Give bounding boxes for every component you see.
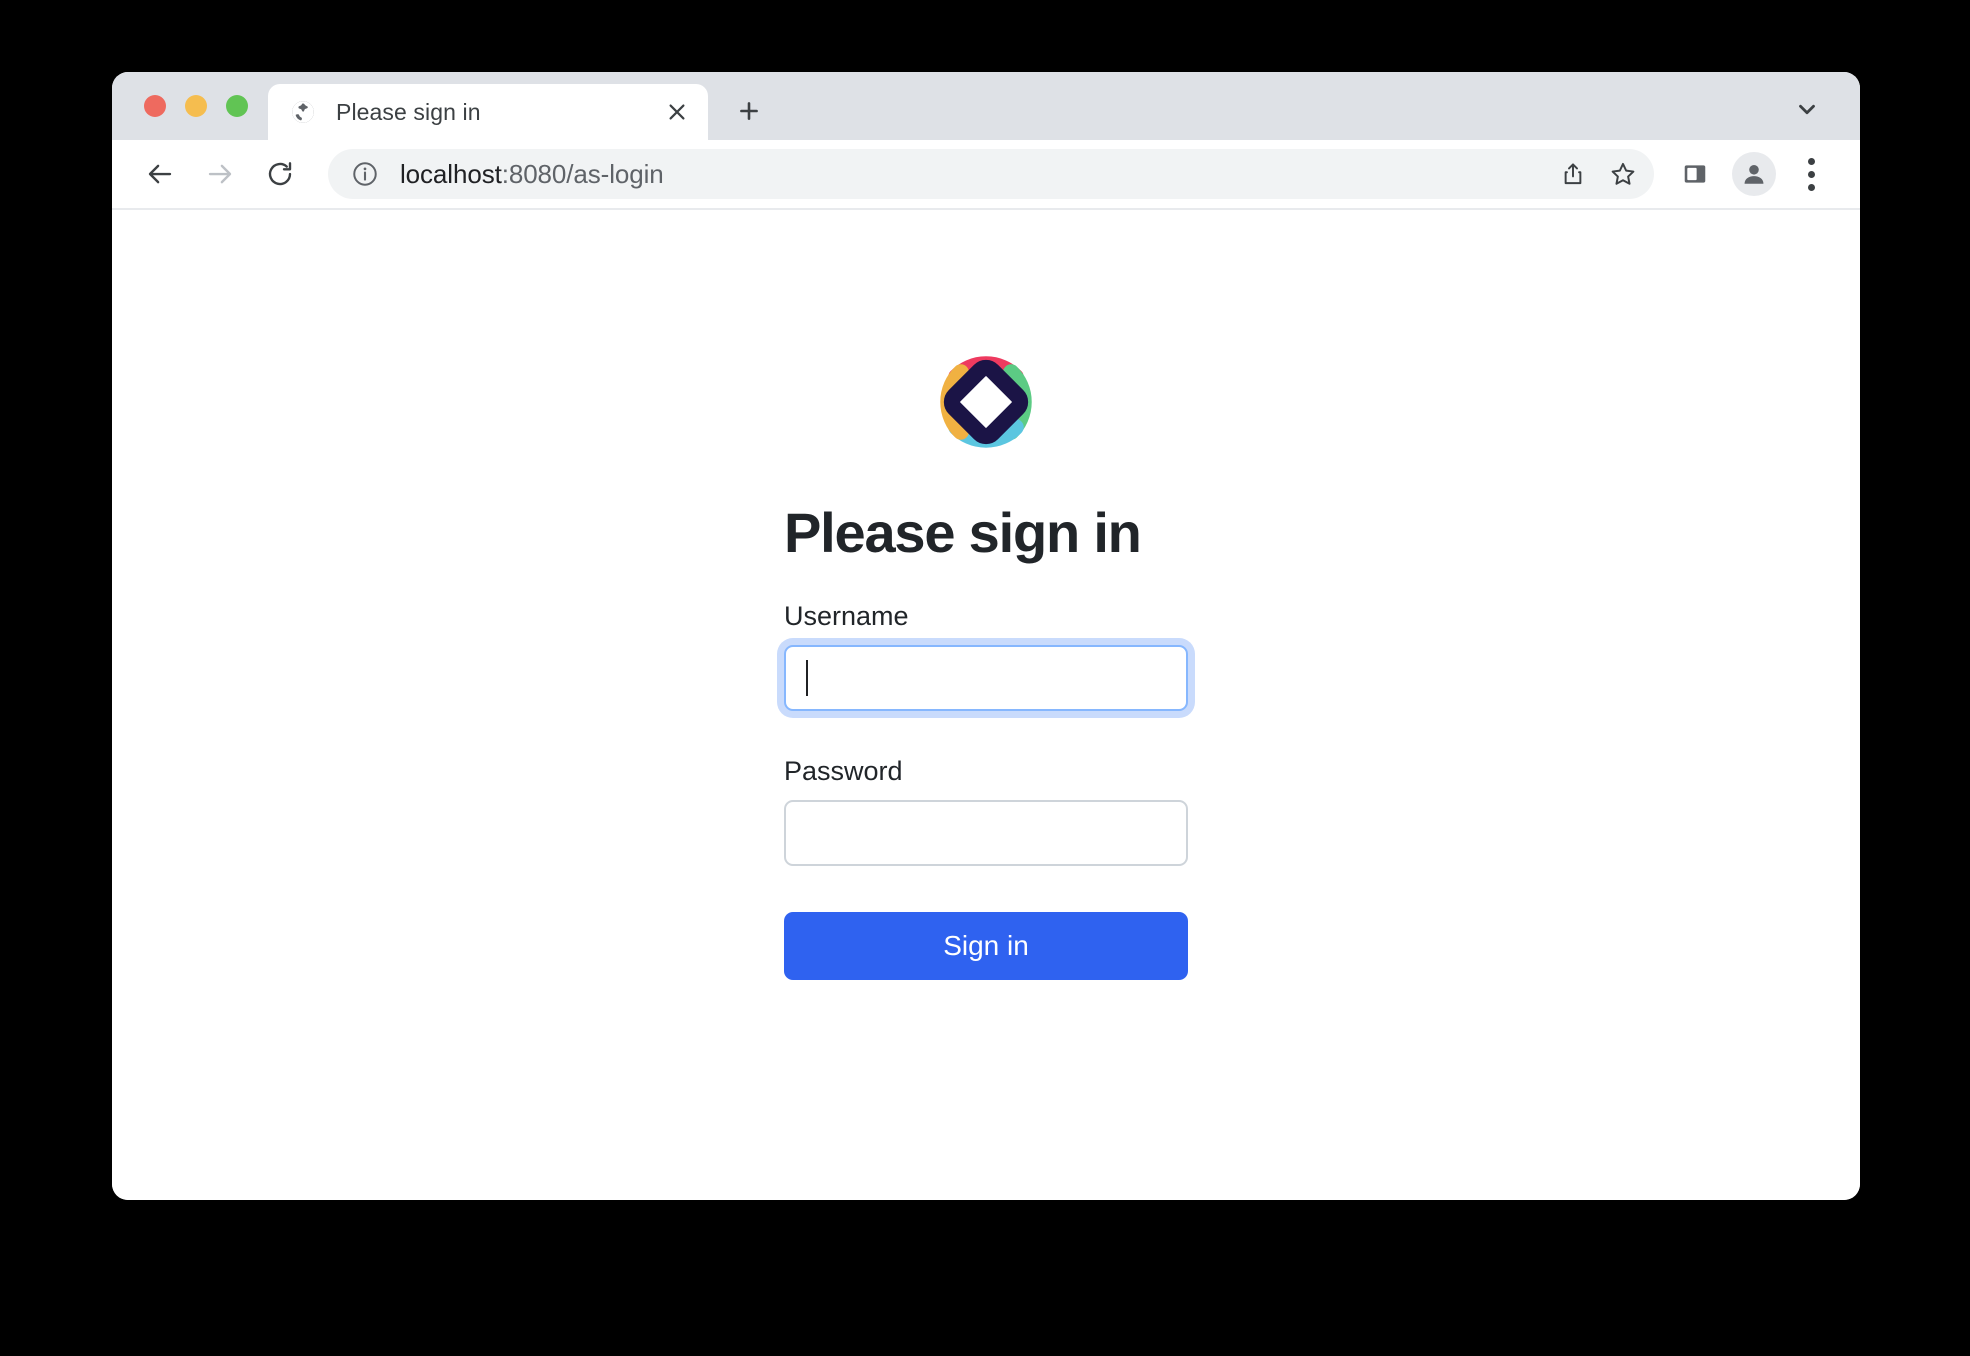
url-path: :8080/as-login xyxy=(501,158,664,189)
side-panel-icon[interactable] xyxy=(1670,149,1720,199)
spring-security-logo xyxy=(940,356,1032,448)
close-window-button[interactable] xyxy=(144,95,166,117)
browser-tab[interactable]: Please sign in xyxy=(268,84,708,140)
login-form-column: Please sign in Username Password Sign in xyxy=(784,328,1188,1200)
logo-container xyxy=(784,328,1188,476)
profile-avatar-icon[interactable] xyxy=(1732,152,1776,196)
screen: Please sign in localhost:8080/as-login P… xyxy=(0,0,1970,1356)
tab-close-button[interactable] xyxy=(660,95,694,129)
share-icon[interactable] xyxy=(1548,149,1598,199)
page-title: Please sign in xyxy=(784,501,1142,564)
info-circle-icon[interactable] xyxy=(350,159,380,189)
password-label: Password xyxy=(784,755,903,786)
browser-toolbar: localhost:8080/as-login xyxy=(112,140,1860,210)
username-label: Username xyxy=(784,600,909,631)
url-text: localhost:8080/as-login xyxy=(400,159,664,190)
reload-icon[interactable] xyxy=(254,148,306,200)
minimize-window-button[interactable] xyxy=(185,95,207,117)
url-host: localhost xyxy=(400,158,502,189)
star-icon[interactable] xyxy=(1598,149,1648,199)
menu-dot xyxy=(1807,157,1815,165)
username-input[interactable] xyxy=(784,644,1188,711)
new-tab-button[interactable] xyxy=(726,88,772,134)
three-dot-menu-icon[interactable] xyxy=(1788,149,1834,199)
password-input[interactable] xyxy=(784,800,1188,867)
chevron-down-icon[interactable] xyxy=(1784,86,1830,132)
maximize-window-button[interactable] xyxy=(226,95,248,117)
menu-dot xyxy=(1807,170,1815,178)
omnibox-actions xyxy=(1548,149,1648,199)
forward-arrow-icon[interactable] xyxy=(194,148,246,200)
tab-strip: Please sign in xyxy=(112,72,1860,140)
address-bar[interactable]: localhost:8080/as-login xyxy=(328,149,1654,199)
back-arrow-icon[interactable] xyxy=(134,148,186,200)
tab-title: Please sign in xyxy=(336,98,481,125)
sign-in-button[interactable]: Sign in xyxy=(784,912,1188,981)
window-traffic-lights xyxy=(112,72,268,140)
browser-window: Please sign in localhost:8080/as-login P… xyxy=(112,72,1860,1200)
menu-dot xyxy=(1807,183,1815,191)
globe-icon xyxy=(290,99,316,125)
page-content: Please sign in Username Password Sign in xyxy=(112,210,1860,1200)
text-caret xyxy=(806,659,808,696)
